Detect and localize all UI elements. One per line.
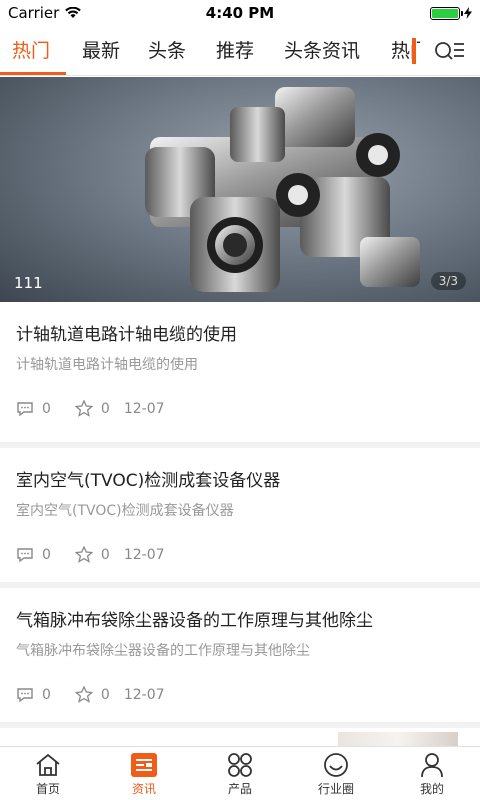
favorite-count-value: 0: [100, 400, 110, 417]
category-tab-bar: 热门 最新 头条 推荐 头条资讯 热门: [0, 26, 480, 76]
banner-page-counter: 3/3: [430, 272, 466, 290]
bottom-navigation: 首页 资讯 产品 行业圈 我的: [0, 746, 480, 800]
favorite-count[interactable]: 0: [74, 400, 110, 417]
news-icon: [131, 753, 157, 777]
nav-products-label: 产品: [227, 782, 252, 796]
industry-circle-icon: [324, 753, 348, 777]
comment-count-value: 0: [42, 686, 51, 703]
charging-icon: [464, 7, 472, 19]
favorite-count[interactable]: 0: [74, 686, 110, 703]
banner-image: [145, 87, 420, 292]
news-date: 12-07: [123, 400, 165, 417]
comment-count[interactable]: 0: [16, 401, 51, 417]
nav-products[interactable]: 产品: [192, 747, 288, 800]
carrier-label: Carrier: [8, 4, 60, 22]
news-item[interactable]: 计轴轨道电路计轴电缆的使用 计轴轨道电路计轴电缆的使用 0 0 12-07: [0, 302, 480, 442]
comment-count-value: 0: [42, 400, 51, 417]
battery-icon: [430, 6, 463, 20]
tab-hot[interactable]: 热门: [12, 36, 50, 63]
comment-icon: [17, 687, 33, 702]
nav-profile-label: 我的: [419, 782, 444, 796]
news-title: 气箱脉冲布袋除尘器设备的工作原理与其他除尘: [16, 611, 373, 631]
favorite-count-value: 0: [100, 686, 110, 703]
nav-news-label: 资讯: [131, 782, 156, 796]
news-item[interactable]: 室内空气(TVOC)检测成套设备仪器 室内空气(TVOC)检测成套设备仪器 0 …: [0, 442, 480, 582]
news-meta: 0 0 12-07: [16, 686, 165, 703]
news-subtitle: 计轴轨道电路计轴电缆的使用: [16, 357, 198, 373]
tab-recommended[interactable]: 推荐: [216, 36, 254, 63]
favorite-count-value: 0: [100, 546, 110, 563]
category-tabs: 热门 最新 头条 推荐 头条资讯 热门: [0, 26, 420, 76]
tab-headlines[interactable]: 头条: [148, 36, 186, 63]
status-left: Carrier: [8, 4, 82, 22]
comment-icon: [17, 547, 33, 562]
news-title: 室内空气(TVOC)检测成套设备仪器: [16, 471, 281, 491]
news-list: 计轴轨道电路计轴电缆的使用 计轴轨道电路计轴电缆的使用 0 0 12-07 室内…: [0, 302, 480, 722]
news-date: 12-07: [123, 686, 165, 703]
nav-profile[interactable]: 我的: [384, 747, 480, 800]
status-right: [430, 6, 472, 20]
active-tab-indicator: [0, 72, 66, 75]
star-icon: [74, 546, 93, 563]
tab-latest[interactable]: 最新: [82, 36, 120, 63]
status-bar: Carrier 4:40 PM: [0, 0, 480, 26]
nav-industry-circle-label: 行业圈: [317, 782, 354, 796]
star-icon: [74, 686, 93, 703]
news-title: 计轴轨道电路计轴电缆的使用: [16, 325, 237, 345]
nav-news[interactable]: 资讯: [96, 747, 192, 800]
news-date: 12-07: [123, 546, 165, 563]
banner-carousel[interactable]: 111 3/3: [0, 77, 480, 302]
search-list-icon: [435, 42, 464, 60]
news-meta: 0 0 12-07: [16, 400, 165, 417]
news-meta: 0 0 12-07: [16, 546, 165, 563]
home-icon: [36, 753, 60, 776]
products-icon: [228, 753, 252, 777]
star-icon: [74, 400, 93, 417]
news-subtitle: 气箱脉冲布袋除尘器设备的工作原理与其他除尘: [16, 643, 310, 659]
profile-icon: [421, 753, 443, 778]
banner-caption: 111: [14, 274, 43, 292]
nav-industry-circle[interactable]: 行业圈: [288, 747, 384, 800]
wifi-icon: [65, 7, 82, 18]
comment-count[interactable]: 0: [16, 547, 51, 563]
nav-home[interactable]: 首页: [0, 747, 96, 800]
news-subtitle: 室内空气(TVOC)检测成套设备仪器: [16, 503, 234, 519]
comment-count-value: 0: [42, 546, 51, 563]
comment-count[interactable]: 0: [16, 687, 51, 703]
tab-scroll-divider: [412, 38, 416, 64]
category-menu-button[interactable]: [432, 38, 468, 66]
nav-home-label: 首页: [35, 782, 60, 796]
favorite-count[interactable]: 0: [74, 546, 110, 563]
comment-icon: [17, 401, 33, 416]
news-item[interactable]: 气箱脉冲布袋除尘器设备的工作原理与其他除尘 气箱脉冲布袋除尘器设备的工作原理与其…: [0, 582, 480, 722]
tab-headline-news[interactable]: 头条资讯: [284, 36, 360, 63]
